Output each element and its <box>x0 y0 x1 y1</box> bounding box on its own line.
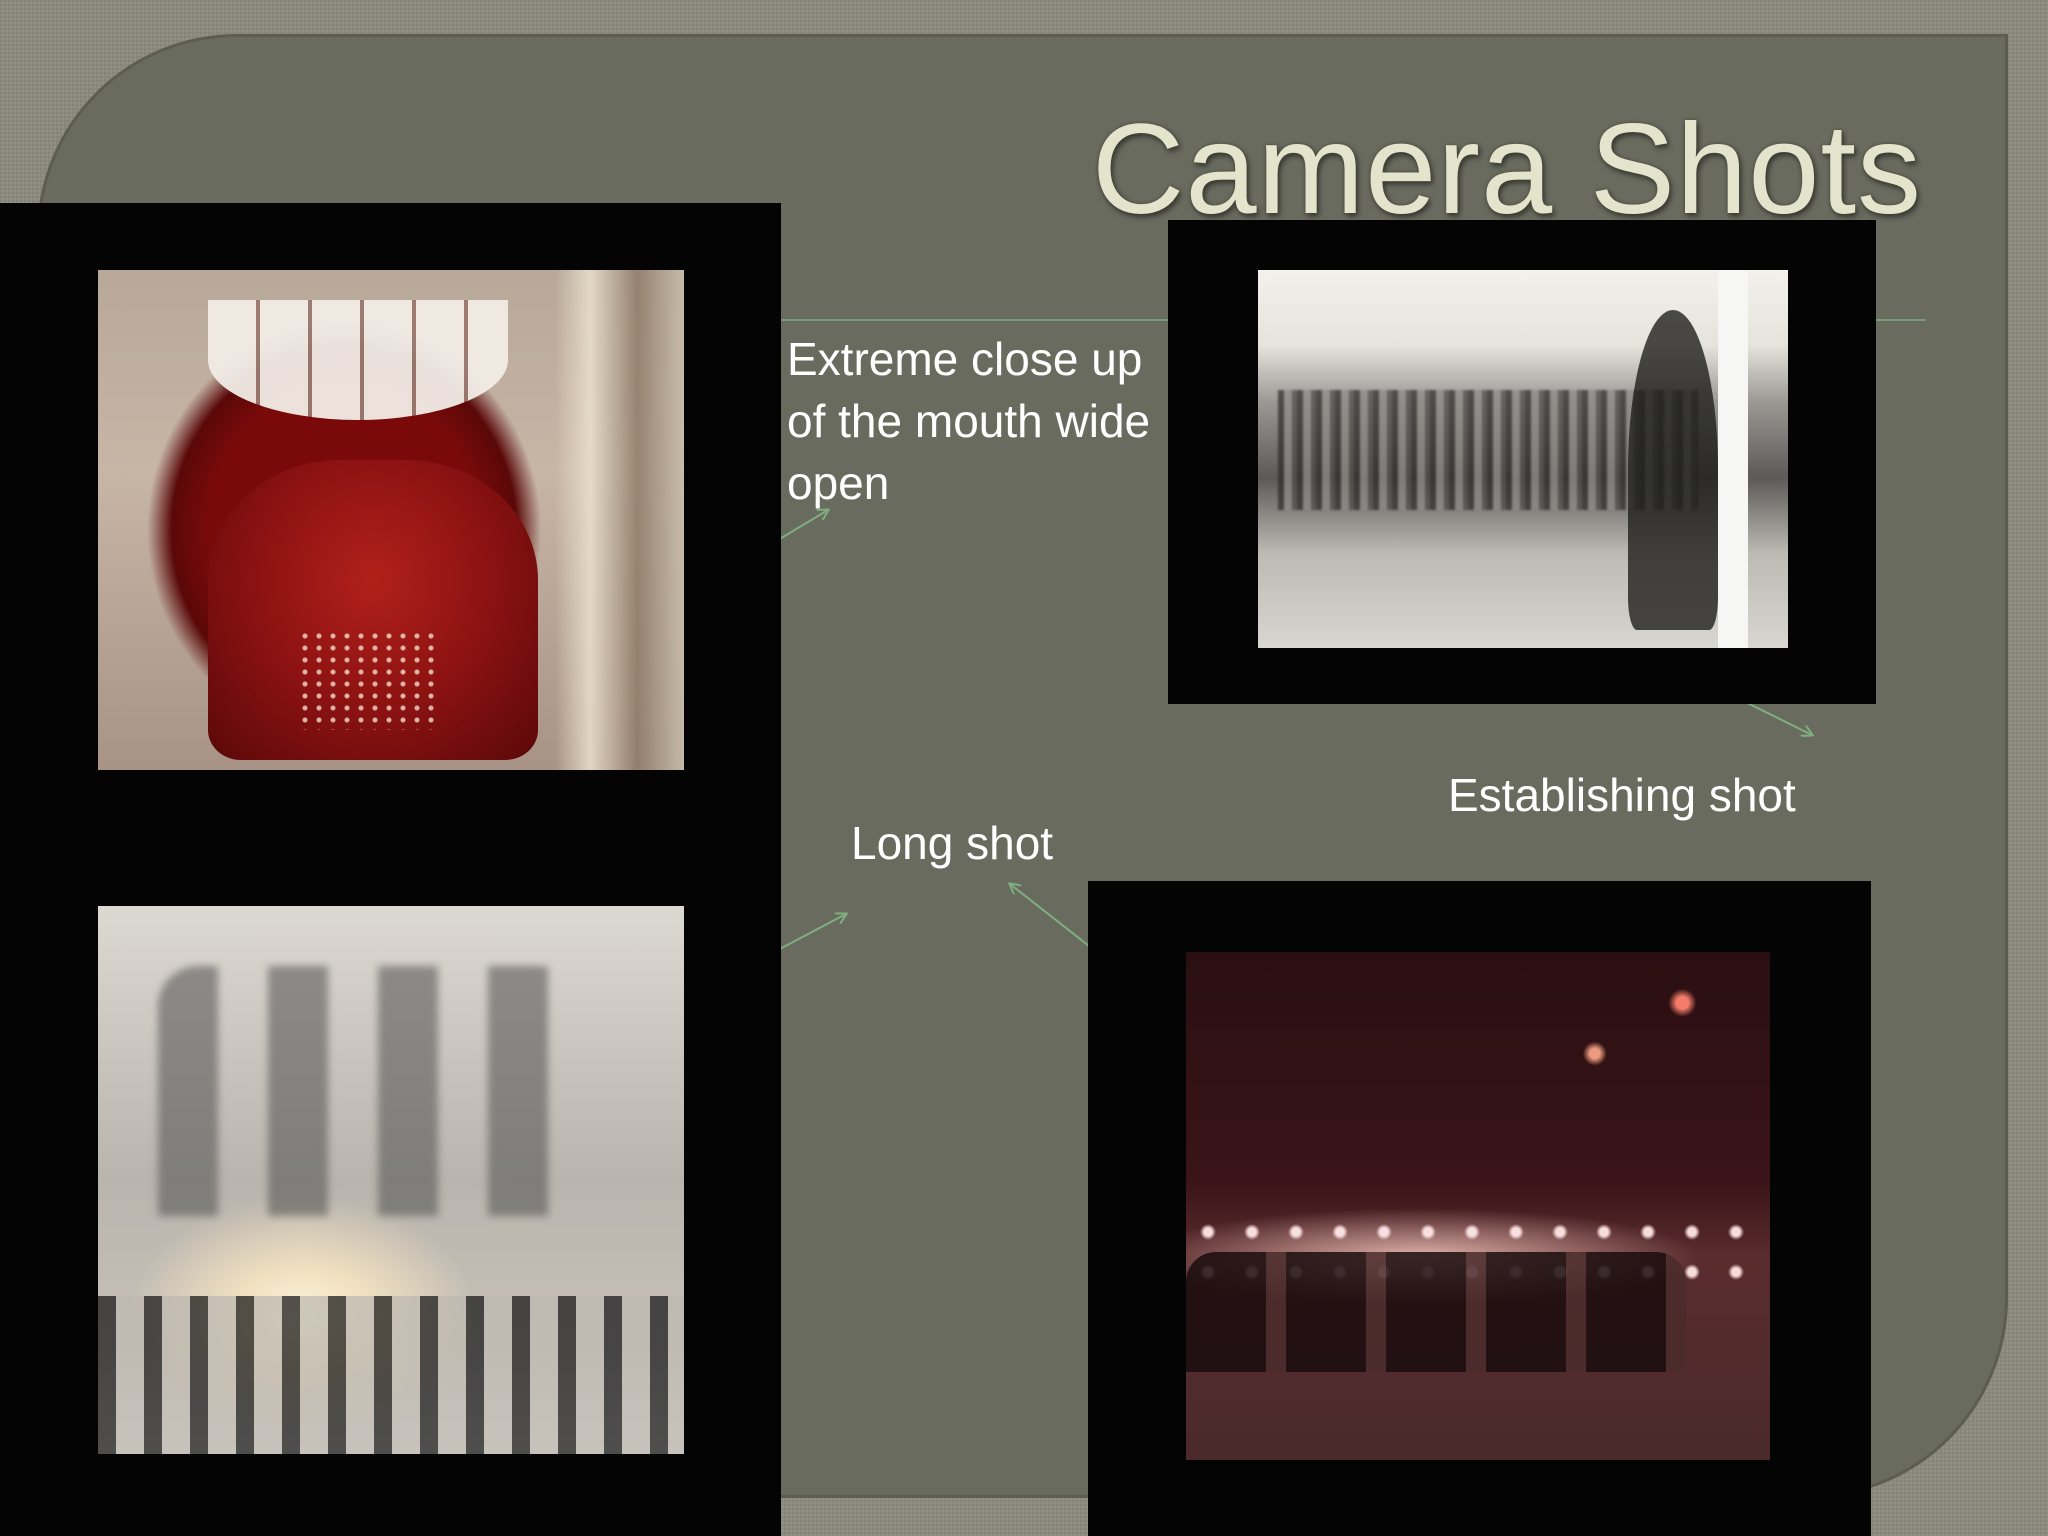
tree <box>1628 310 1718 630</box>
establishing-frame <box>1168 220 1876 704</box>
caption-extreme-close-up: Extreme close up of the mouth wide open <box>787 333 1151 509</box>
spray <box>298 630 438 730</box>
street-crowd-image <box>1258 270 1788 648</box>
cars <box>1186 1252 1686 1372</box>
barricade <box>98 1296 684 1454</box>
smoke-figures-image <box>98 906 684 1454</box>
left-film-frame <box>0 203 781 1536</box>
post <box>1718 270 1748 648</box>
caption-establishing-shot: Establishing shot <box>1448 769 1796 821</box>
mouth-close-up-image <box>98 270 684 770</box>
smoke-figures <box>158 966 578 1216</box>
night-street-image <box>1186 952 1770 1460</box>
caption-long-shot: Long shot <box>851 817 1054 869</box>
teeth <box>208 300 508 420</box>
long-shot-frame <box>1088 881 1871 1536</box>
